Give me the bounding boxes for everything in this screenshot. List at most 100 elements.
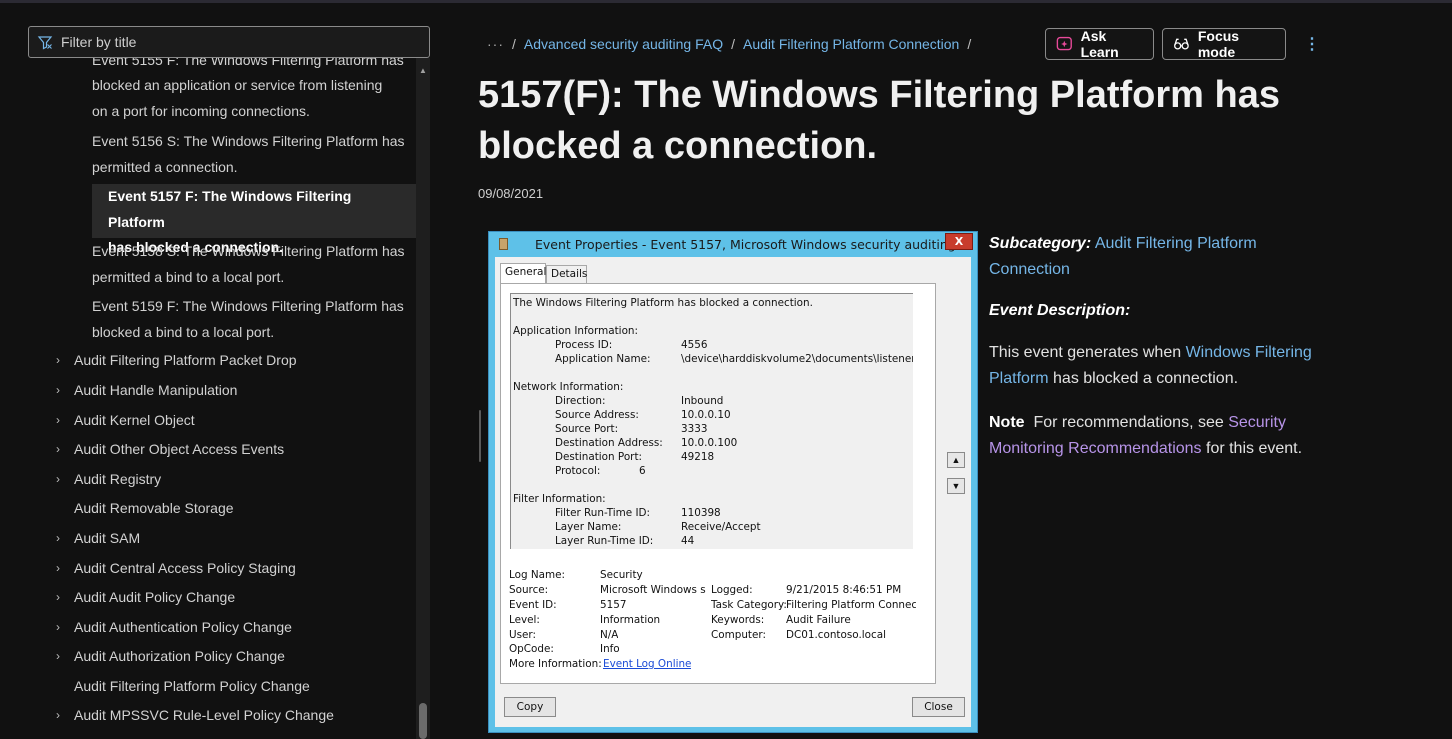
meta-link: Event Log Online (603, 658, 691, 670)
chevron-right-icon[interactable]: › (56, 617, 74, 637)
ask-learn-label: Ask Learn (1080, 28, 1119, 60)
desc-label: Filter Run-Time ID: (555, 507, 651, 519)
toc-item-line: Event 5157 F: The Windows Filtering Plat… (108, 188, 352, 230)
meta-label: Keywords: (711, 614, 765, 626)
desc-net-info: Network Information: (513, 381, 624, 393)
chevron-right-icon[interactable]: › (56, 558, 74, 578)
toc-row-label: Audit Handle Manipulation (74, 382, 238, 398)
toc-row-label: Audit Audit Policy Change (74, 589, 236, 605)
meta-label: Log Name: (509, 569, 566, 581)
toc-item-line: on a port for incoming connections. (92, 102, 310, 119)
toc-item-line: Event 5158 S: The Windows Filtering Plat… (92, 243, 405, 259)
desc-label: Source Address: (555, 409, 639, 421)
scroll-up-arrow-icon[interactable]: ▲ (418, 66, 428, 76)
breadcrumb-link-faq[interactable]: Advanced security auditing FAQ (524, 36, 723, 52)
meta-value: 9/21/2015 8:46:51 PM (786, 584, 902, 596)
toc-item-5156[interactable]: Event 5156 S: The Windows Filtering Plat… (92, 129, 412, 180)
toc-scrollbar[interactable] (416, 58, 430, 739)
chevron-right-icon[interactable]: › (56, 646, 74, 666)
filter-box[interactable] (28, 26, 430, 58)
toc-row[interactable]: › Audit Handle Manipulation (56, 380, 238, 400)
description-suffix: has blocked a connection. (1048, 370, 1239, 387)
article-date: 09/08/2021 (478, 186, 544, 201)
meta-value: DC01.contoso.local (786, 629, 886, 641)
desc-value: \device\harddiskvolume2\documents\listen… (681, 353, 913, 365)
toc-row[interactable]: › Audit Authorization Policy Change (56, 646, 285, 666)
note-prefix: For recommendations, see (1033, 414, 1229, 431)
chevron-right-icon[interactable]: › (56, 528, 74, 548)
filter-input[interactable] (61, 34, 421, 50)
toc-row[interactable]: › Audit Other Object Access Events (56, 439, 284, 459)
toc-row[interactable]: Audit Filtering Platform Policy Change (74, 676, 310, 696)
desc-label: Destination Address: (555, 437, 663, 449)
chevron-right-icon[interactable]: › (56, 410, 74, 430)
chevron-right-icon[interactable]: › (56, 587, 74, 607)
filter-icon (37, 36, 53, 50)
next-event-arrow-icon: ▼ (947, 478, 965, 494)
toc-item-5155[interactable]: blocked an application or service from l… (92, 73, 412, 124)
event-description-label: Event Description: (989, 302, 1131, 319)
desc-label: Source Port: (555, 423, 619, 435)
ask-learn-button[interactable]: Ask Learn (1045, 28, 1154, 60)
toc-row[interactable]: › Audit Kernel Object (56, 410, 195, 430)
toc-row[interactable]: › Audit Audit Policy Change (56, 587, 236, 607)
meta-value: Audit Failure (786, 614, 851, 626)
toc-row-label: Audit Authentication Policy Change (74, 619, 292, 635)
event-viewer-icon (499, 238, 508, 250)
focus-mode-button[interactable]: Focus mode (1162, 28, 1286, 60)
general-tab-panel: The Windows Filtering Platform has block… (500, 283, 936, 684)
copy-button: Copy (504, 697, 556, 717)
subcategory-label: Subcategory: (989, 235, 1092, 252)
close-button: Close (912, 697, 965, 717)
breadcrumb-link-filtering-connection[interactable]: Audit Filtering Platform Connection (743, 36, 959, 52)
chevron-right-icon[interactable]: › (56, 439, 74, 459)
chevron-right-icon[interactable]: › (56, 380, 74, 400)
meta-label: Event ID: (509, 599, 557, 611)
toc-row[interactable]: › Audit Registry (56, 469, 161, 489)
toc-row[interactable]: › Audit Authentication Policy Change (56, 617, 292, 637)
toc-row[interactable]: › Audit SAM (56, 528, 141, 548)
chevron-right-icon[interactable]: › (56, 469, 74, 489)
meta-label: Computer: (711, 629, 766, 641)
meta-label: Logged: (711, 584, 753, 596)
toc-item-line: Event 5159 F: The Windows Filtering Plat… (92, 298, 404, 314)
toc-item-5159[interactable]: Event 5159 F: The Windows Filtering Plat… (92, 294, 412, 345)
desc-label: Direction: (555, 395, 606, 407)
top-border (0, 0, 1452, 3)
breadcrumb-separator: / (512, 36, 516, 52)
meta-label: User: (509, 629, 537, 641)
desc-value: 10.0.0.100 (681, 437, 738, 449)
desc-value: 49218 (681, 451, 715, 463)
meta-label: OpCode: (509, 643, 554, 655)
note-suffix: for this event. (1201, 440, 1303, 457)
description-paragraph: This event generates when Windows Filter… (989, 340, 1329, 392)
toc-item-partial[interactable]: Event 5155 F: The Windows Filtering Plat… (92, 58, 412, 74)
desc-label: Protocol: (555, 465, 601, 477)
pane-splitter-handle[interactable] (479, 410, 481, 462)
glasses-icon (1174, 38, 1189, 50)
chevron-right-icon[interactable]: › (56, 350, 74, 370)
toc-row-label: Audit MPSSVC Rule-Level Policy Change (74, 707, 334, 723)
toc-item-line: blocked an application or service from l… (92, 77, 383, 93)
event-properties-screenshot: Event Properties - Event 5157, Microsoft… (488, 231, 978, 733)
event-window-title: Event Properties - Event 5157, Microsoft… (535, 237, 960, 252)
event-window-titlebar: Event Properties - Event 5157, Microsoft… (489, 232, 977, 256)
toc-row[interactable]: › Audit Filtering Platform Packet Drop (56, 350, 297, 370)
toc-row[interactable]: › Audit MPSSVC Rule-Level Policy Change (56, 705, 334, 725)
toc-scrollbar-thumb[interactable] (419, 703, 427, 739)
desc-value: Receive/Accept (681, 521, 761, 533)
toc-row-label: Audit Central Access Policy Staging (74, 560, 296, 576)
chevron-right-icon[interactable]: › (56, 705, 74, 725)
toc-item-5158[interactable]: Event 5158 S: The Windows Filtering Plat… (92, 239, 412, 290)
more-options-icon[interactable]: ⋮ (1304, 34, 1320, 54)
toc-scroll-area: Event 5155 F: The Windows Filtering Plat… (28, 58, 416, 739)
meta-value: 5157 (600, 599, 627, 611)
breadcrumb-ellipsis[interactable]: ··· (487, 36, 504, 52)
toc-row-label: Audit Filtering Platform Packet Drop (74, 352, 297, 368)
desc-label: Process ID: (555, 339, 613, 351)
toc-row[interactable]: › Audit Central Access Policy Staging (56, 558, 296, 578)
meta-value: Info (600, 643, 620, 655)
toc-row[interactable]: Audit Removable Storage (74, 498, 234, 518)
toc-row-label: Audit SAM (74, 530, 141, 546)
desc-value: 10.0.0.10 (681, 409, 731, 421)
